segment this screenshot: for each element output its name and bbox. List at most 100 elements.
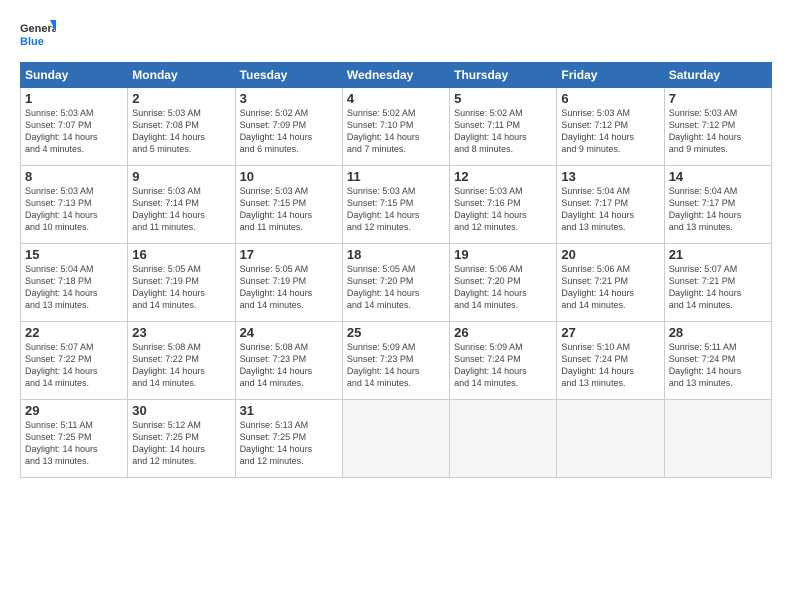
day-info: Sunrise: 5:03 AM Sunset: 7:12 PM Dayligh… bbox=[669, 107, 767, 156]
calendar-cell: 3Sunrise: 5:02 AM Sunset: 7:09 PM Daylig… bbox=[235, 88, 342, 166]
calendar-cell: 15Sunrise: 5:04 AM Sunset: 7:18 PM Dayli… bbox=[21, 244, 128, 322]
weekday-header-tuesday: Tuesday bbox=[235, 63, 342, 88]
day-number: 5 bbox=[454, 91, 552, 106]
svg-text:General: General bbox=[20, 23, 56, 35]
day-info: Sunrise: 5:08 AM Sunset: 7:23 PM Dayligh… bbox=[240, 341, 338, 390]
day-number: 22 bbox=[25, 325, 123, 340]
day-number: 6 bbox=[561, 91, 659, 106]
day-info: Sunrise: 5:03 AM Sunset: 7:08 PM Dayligh… bbox=[132, 107, 230, 156]
calendar-cell: 13Sunrise: 5:04 AM Sunset: 7:17 PM Dayli… bbox=[557, 166, 664, 244]
calendar-cell: 5Sunrise: 5:02 AM Sunset: 7:11 PM Daylig… bbox=[450, 88, 557, 166]
day-info: Sunrise: 5:06 AM Sunset: 7:20 PM Dayligh… bbox=[454, 263, 552, 312]
day-info: Sunrise: 5:06 AM Sunset: 7:21 PM Dayligh… bbox=[561, 263, 659, 312]
weekday-header-wednesday: Wednesday bbox=[342, 63, 449, 88]
calendar-cell: 28Sunrise: 5:11 AM Sunset: 7:24 PM Dayli… bbox=[664, 322, 771, 400]
day-info: Sunrise: 5:05 AM Sunset: 7:19 PM Dayligh… bbox=[132, 263, 230, 312]
day-info: Sunrise: 5:02 AM Sunset: 7:10 PM Dayligh… bbox=[347, 107, 445, 156]
day-number: 10 bbox=[240, 169, 338, 184]
day-info: Sunrise: 5:07 AM Sunset: 7:22 PM Dayligh… bbox=[25, 341, 123, 390]
day-info: Sunrise: 5:04 AM Sunset: 7:18 PM Dayligh… bbox=[25, 263, 123, 312]
day-number: 15 bbox=[25, 247, 123, 262]
calendar-cell: 1Sunrise: 5:03 AM Sunset: 7:07 PM Daylig… bbox=[21, 88, 128, 166]
day-info: Sunrise: 5:05 AM Sunset: 7:20 PM Dayligh… bbox=[347, 263, 445, 312]
logo-svg: General Blue bbox=[20, 18, 56, 54]
day-number: 17 bbox=[240, 247, 338, 262]
weekday-header-monday: Monday bbox=[128, 63, 235, 88]
day-number: 23 bbox=[132, 325, 230, 340]
calendar-cell: 6Sunrise: 5:03 AM Sunset: 7:12 PM Daylig… bbox=[557, 88, 664, 166]
calendar-cell: 24Sunrise: 5:08 AM Sunset: 7:23 PM Dayli… bbox=[235, 322, 342, 400]
day-number: 3 bbox=[240, 91, 338, 106]
day-number: 9 bbox=[132, 169, 230, 184]
logo: General Blue bbox=[20, 18, 56, 54]
calendar-cell: 2Sunrise: 5:03 AM Sunset: 7:08 PM Daylig… bbox=[128, 88, 235, 166]
day-number: 7 bbox=[669, 91, 767, 106]
header: General Blue bbox=[20, 18, 772, 54]
calendar-cell: 26Sunrise: 5:09 AM Sunset: 7:24 PM Dayli… bbox=[450, 322, 557, 400]
weekday-header-sunday: Sunday bbox=[21, 63, 128, 88]
day-info: Sunrise: 5:09 AM Sunset: 7:23 PM Dayligh… bbox=[347, 341, 445, 390]
day-info: Sunrise: 5:11 AM Sunset: 7:24 PM Dayligh… bbox=[669, 341, 767, 390]
day-info: Sunrise: 5:05 AM Sunset: 7:19 PM Dayligh… bbox=[240, 263, 338, 312]
day-info: Sunrise: 5:07 AM Sunset: 7:21 PM Dayligh… bbox=[669, 263, 767, 312]
day-number: 26 bbox=[454, 325, 552, 340]
day-number: 2 bbox=[132, 91, 230, 106]
calendar-cell: 20Sunrise: 5:06 AM Sunset: 7:21 PM Dayli… bbox=[557, 244, 664, 322]
day-info: Sunrise: 5:09 AM Sunset: 7:24 PM Dayligh… bbox=[454, 341, 552, 390]
day-info: Sunrise: 5:04 AM Sunset: 7:17 PM Dayligh… bbox=[561, 185, 659, 234]
weekday-header-saturday: Saturday bbox=[664, 63, 771, 88]
day-number: 16 bbox=[132, 247, 230, 262]
calendar-cell: 19Sunrise: 5:06 AM Sunset: 7:20 PM Dayli… bbox=[450, 244, 557, 322]
calendar-cell: 25Sunrise: 5:09 AM Sunset: 7:23 PM Dayli… bbox=[342, 322, 449, 400]
day-info: Sunrise: 5:08 AM Sunset: 7:22 PM Dayligh… bbox=[132, 341, 230, 390]
calendar-cell: 4Sunrise: 5:02 AM Sunset: 7:10 PM Daylig… bbox=[342, 88, 449, 166]
calendar-cell: 16Sunrise: 5:05 AM Sunset: 7:19 PM Dayli… bbox=[128, 244, 235, 322]
calendar-cell: 12Sunrise: 5:03 AM Sunset: 7:16 PM Dayli… bbox=[450, 166, 557, 244]
day-info: Sunrise: 5:03 AM Sunset: 7:14 PM Dayligh… bbox=[132, 185, 230, 234]
day-number: 20 bbox=[561, 247, 659, 262]
day-number: 13 bbox=[561, 169, 659, 184]
calendar-cell bbox=[557, 400, 664, 478]
day-number: 8 bbox=[25, 169, 123, 184]
calendar-cell: 9Sunrise: 5:03 AM Sunset: 7:14 PM Daylig… bbox=[128, 166, 235, 244]
day-number: 1 bbox=[25, 91, 123, 106]
calendar-cell: 10Sunrise: 5:03 AM Sunset: 7:15 PM Dayli… bbox=[235, 166, 342, 244]
calendar-cell: 29Sunrise: 5:11 AM Sunset: 7:25 PM Dayli… bbox=[21, 400, 128, 478]
day-info: Sunrise: 5:12 AM Sunset: 7:25 PM Dayligh… bbox=[132, 419, 230, 468]
calendar-cell: 31Sunrise: 5:13 AM Sunset: 7:25 PM Dayli… bbox=[235, 400, 342, 478]
day-info: Sunrise: 5:03 AM Sunset: 7:07 PM Dayligh… bbox=[25, 107, 123, 156]
day-info: Sunrise: 5:03 AM Sunset: 7:16 PM Dayligh… bbox=[454, 185, 552, 234]
day-number: 24 bbox=[240, 325, 338, 340]
weekday-header-friday: Friday bbox=[557, 63, 664, 88]
day-number: 14 bbox=[669, 169, 767, 184]
calendar-cell bbox=[664, 400, 771, 478]
calendar-cell: 8Sunrise: 5:03 AM Sunset: 7:13 PM Daylig… bbox=[21, 166, 128, 244]
day-info: Sunrise: 5:03 AM Sunset: 7:15 PM Dayligh… bbox=[347, 185, 445, 234]
day-number: 11 bbox=[347, 169, 445, 184]
calendar-cell: 7Sunrise: 5:03 AM Sunset: 7:12 PM Daylig… bbox=[664, 88, 771, 166]
page: General Blue SundayMondayTuesdayWednesda… bbox=[0, 0, 792, 488]
day-info: Sunrise: 5:04 AM Sunset: 7:17 PM Dayligh… bbox=[669, 185, 767, 234]
day-number: 25 bbox=[347, 325, 445, 340]
day-number: 30 bbox=[132, 403, 230, 418]
calendar-cell: 11Sunrise: 5:03 AM Sunset: 7:15 PM Dayli… bbox=[342, 166, 449, 244]
day-info: Sunrise: 5:13 AM Sunset: 7:25 PM Dayligh… bbox=[240, 419, 338, 468]
day-info: Sunrise: 5:03 AM Sunset: 7:12 PM Dayligh… bbox=[561, 107, 659, 156]
day-info: Sunrise: 5:02 AM Sunset: 7:09 PM Dayligh… bbox=[240, 107, 338, 156]
calendar-cell: 14Sunrise: 5:04 AM Sunset: 7:17 PM Dayli… bbox=[664, 166, 771, 244]
day-info: Sunrise: 5:02 AM Sunset: 7:11 PM Dayligh… bbox=[454, 107, 552, 156]
day-number: 18 bbox=[347, 247, 445, 262]
day-number: 31 bbox=[240, 403, 338, 418]
calendar-table: SundayMondayTuesdayWednesdayThursdayFrid… bbox=[20, 62, 772, 478]
day-number: 27 bbox=[561, 325, 659, 340]
day-number: 19 bbox=[454, 247, 552, 262]
svg-text:Blue: Blue bbox=[20, 36, 44, 48]
day-number: 28 bbox=[669, 325, 767, 340]
day-info: Sunrise: 5:03 AM Sunset: 7:13 PM Dayligh… bbox=[25, 185, 123, 234]
calendar-cell: 22Sunrise: 5:07 AM Sunset: 7:22 PM Dayli… bbox=[21, 322, 128, 400]
calendar-cell: 30Sunrise: 5:12 AM Sunset: 7:25 PM Dayli… bbox=[128, 400, 235, 478]
calendar-cell: 27Sunrise: 5:10 AM Sunset: 7:24 PM Dayli… bbox=[557, 322, 664, 400]
calendar-cell: 23Sunrise: 5:08 AM Sunset: 7:22 PM Dayli… bbox=[128, 322, 235, 400]
day-number: 29 bbox=[25, 403, 123, 418]
calendar-cell: 18Sunrise: 5:05 AM Sunset: 7:20 PM Dayli… bbox=[342, 244, 449, 322]
